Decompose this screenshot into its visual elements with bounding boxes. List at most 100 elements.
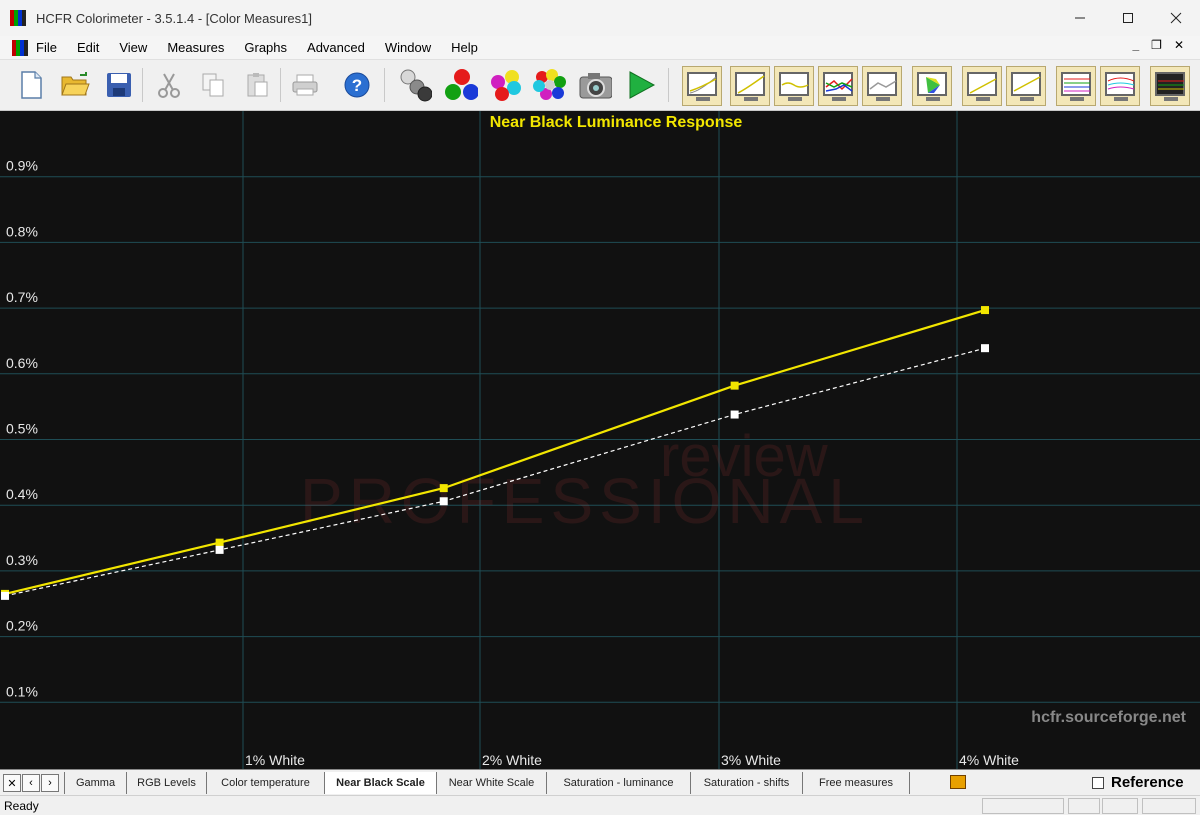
near-black-graph-icon[interactable] <box>962 66 1002 106</box>
tab-close-icon[interactable]: ✕ <box>3 774 21 792</box>
title-bar: HCFR Colorimeter - 3.5.1.4 - [Color Meas… <box>0 0 1200 36</box>
watermark-logo: PROFESSIONAL review <box>300 424 864 537</box>
tab-saturation-shifts[interactable]: Saturation - shifts <box>690 772 802 794</box>
rgb-levels-graph-icon[interactable] <box>818 66 858 106</box>
primary-colors-icon[interactable] <box>444 68 478 102</box>
save-icon[interactable] <box>102 68 136 102</box>
tab-near-white-scale[interactable]: Near White Scale <box>436 772 546 794</box>
sheet-tab-bar: ✕ ‹ › Gamma RGB Levels Color temperature… <box>0 769 1200 795</box>
mdi-restore-icon[interactable]: ❐ <box>1151 38 1162 52</box>
y-tick-label: 0.7% <box>6 289 38 305</box>
minimize-icon[interactable] <box>1056 0 1104 36</box>
measured-data-point <box>215 538 224 547</box>
tab-gamma[interactable]: Gamma <box>64 772 126 794</box>
y-tick-label: 0.3% <box>6 552 38 568</box>
x-tick-label: 2% White <box>482 752 542 768</box>
menu-bar: File Edit View Measures Graphs Advanced … <box>0 36 1200 60</box>
svg-text:?: ? <box>352 76 362 95</box>
toolbar: ? <box>0 60 1200 111</box>
chart-grid <box>0 111 1200 769</box>
measured-series-line <box>4 309 986 595</box>
reference-doc-icon <box>950 775 966 789</box>
menu-graphs[interactable]: Graphs <box>244 40 287 55</box>
x-tick-label: 4% White <box>959 752 1019 768</box>
menu-help[interactable]: Help <box>451 40 478 55</box>
watermark-url: hcfr.sourceforge.net <box>1031 709 1186 726</box>
luminance-graph-icon[interactable] <box>730 66 770 106</box>
status-pane <box>1142 798 1196 814</box>
status-pane <box>1102 798 1138 814</box>
app-icon <box>10 10 26 26</box>
reference-data-point <box>215 545 224 554</box>
maximize-icon[interactable] <box>1104 0 1152 36</box>
near-black-chart[interactable]: PROFESSIONAL review Near Black Luminance… <box>0 111 1200 769</box>
near-white-graph-icon[interactable] <box>1006 66 1046 106</box>
svg-text:review: review <box>660 424 829 489</box>
color-temp-graph-icon[interactable] <box>774 66 814 106</box>
tab-near-black-scale[interactable]: Near Black Scale <box>324 772 436 794</box>
x-tick-label: 3% White <box>721 752 781 768</box>
reference-checkbox[interactable] <box>1092 777 1104 789</box>
x-axis: 1% White 2% White 3% White 4% White <box>245 752 1019 768</box>
y-tick-label: 0.5% <box>6 421 38 437</box>
reference-data-point <box>439 497 448 506</box>
y-tick-label: 0.1% <box>6 683 38 699</box>
chart-canvas: PROFESSIONAL review Near Black Luminance… <box>0 111 1200 769</box>
paste-icon[interactable] <box>240 68 274 102</box>
open-icon[interactable] <box>58 68 92 102</box>
delta-e-graph-icon[interactable] <box>862 66 902 106</box>
gamma-graph-icon[interactable] <box>682 66 722 106</box>
y-tick-label: 0.4% <box>6 486 38 502</box>
window-title: HCFR Colorimeter - 3.5.1.4 - [Color Meas… <box>36 10 312 26</box>
saturation-shift-graph-icon[interactable] <box>1100 66 1140 106</box>
reference-data-point <box>1 591 9 600</box>
y-axis: 0.1% 0.2% 0.3% 0.4% 0.5% 0.6% 0.7% 0.8% 0.9% <box>6 158 38 700</box>
tab-color-temperature[interactable]: Color temperature <box>206 772 324 794</box>
mdi-controls: _ ❐ ✕ <box>1132 38 1184 52</box>
copy-icon[interactable] <box>196 68 230 102</box>
chart-title: Near Black Luminance Response <box>490 114 743 131</box>
y-tick-label: 0.2% <box>6 618 38 634</box>
new-icon[interactable] <box>14 68 48 102</box>
close-icon[interactable] <box>1152 0 1200 36</box>
mdi-minimize-icon[interactable]: _ <box>1132 38 1139 52</box>
y-tick-label: 0.8% <box>6 223 38 239</box>
camera-icon[interactable] <box>578 68 612 102</box>
reference-data-point <box>981 344 989 353</box>
help-icon[interactable]: ? <box>340 68 374 102</box>
measured-data-point <box>439 484 448 493</box>
secondary-colors-icon[interactable] <box>488 68 522 102</box>
print-icon[interactable] <box>288 68 322 102</box>
x-tick-label: 1% White <box>245 752 305 768</box>
grayscale-measure-icon[interactable] <box>398 68 432 102</box>
menu-window[interactable]: Window <box>385 40 431 55</box>
status-bar: Ready <box>0 795 1200 815</box>
status-pane <box>1068 798 1100 814</box>
doc-icon <box>12 39 28 56</box>
menu-advanced[interactable]: Advanced <box>307 40 365 55</box>
y-tick-label: 0.9% <box>6 158 38 174</box>
measured-data-point <box>981 306 989 315</box>
tab-free-measures[interactable]: Free measures <box>802 772 910 794</box>
status-pane <box>982 798 1064 814</box>
measured-data-point <box>730 381 739 390</box>
saturation-luminance-graph-icon[interactable] <box>1056 66 1096 106</box>
y-tick-label: 0.6% <box>6 355 38 371</box>
menu-measures[interactable]: Measures <box>167 40 224 55</box>
reference-data-point <box>730 410 739 419</box>
mdi-close-icon[interactable]: ✕ <box>1174 38 1184 52</box>
tab-rgb-levels[interactable]: RGB Levels <box>126 772 206 794</box>
tab-prev-icon[interactable]: ‹ <box>22 774 40 792</box>
menu-file[interactable]: File <box>36 40 57 55</box>
menu-view[interactable]: View <box>119 40 147 55</box>
cut-icon[interactable] <box>152 68 186 102</box>
reference-label: Reference <box>1111 774 1184 791</box>
all-colors-icon[interactable] <box>532 68 566 102</box>
cie-chart-icon[interactable] <box>912 66 952 106</box>
tab-saturation-luminance[interactable]: Saturation - luminance <box>546 772 690 794</box>
tab-next-icon[interactable]: › <box>41 774 59 792</box>
menu-edit[interactable]: Edit <box>77 40 99 55</box>
play-icon[interactable] <box>624 68 658 102</box>
free-measures-graph-icon[interactable] <box>1150 66 1190 106</box>
status-text: Ready <box>4 799 39 813</box>
